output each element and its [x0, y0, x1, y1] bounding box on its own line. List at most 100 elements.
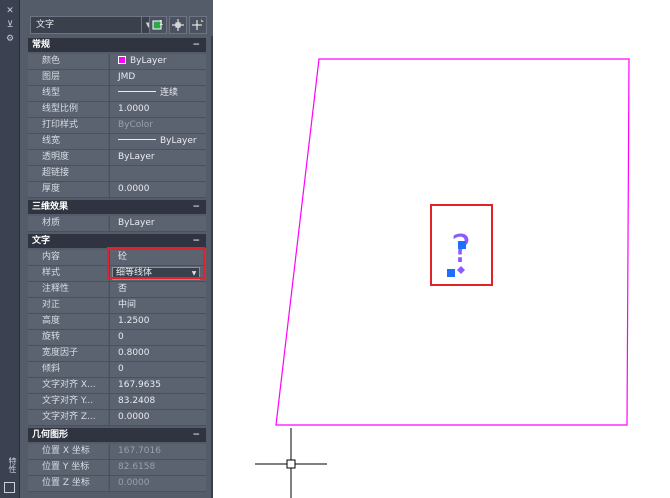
quick-select-icon[interactable] — [189, 16, 207, 34]
property-value[interactable]: 1.0000 — [109, 102, 206, 117]
property-row[interactable]: 高度 1.2500 — [28, 314, 206, 330]
property-row[interactable]: 位置 X 坐标 167.7016 — [28, 444, 206, 460]
color-swatch — [118, 56, 126, 64]
property-row[interactable]: 旋转 0 — [28, 330, 206, 346]
property-label: 内容 — [28, 250, 108, 265]
properties-palette: 文字 ▼ 1 常规 − 颜色 ByLayer 图层 JMD 线型 连续线型比例 1.0000 打印… — [20, 0, 213, 498]
object-type-value: 文字 — [36, 20, 55, 30]
property-row[interactable]: 颜色 ByLayer — [28, 54, 206, 70]
property-value-text: 83.2408 — [118, 396, 156, 406]
property-label: 线型比例 — [28, 102, 108, 117]
property-value[interactable]: ByLayer — [109, 134, 206, 149]
category-header[interactable]: 常规 − — [28, 38, 206, 52]
property-row[interactable]: 倾斜 0 — [28, 362, 206, 378]
category-title: 文字 — [32, 236, 51, 246]
collapse-icon[interactable]: − — [192, 428, 200, 442]
property-label: 线型 — [28, 86, 108, 101]
property-value-text: JMD — [118, 72, 136, 82]
property-value[interactable]: 否 — [109, 282, 206, 297]
property-label: 位置 Y 坐标 — [28, 460, 108, 475]
close-palette-icon[interactable]: ✕ — [3, 6, 17, 17]
property-value[interactable]: 0.0000 — [109, 182, 206, 197]
palette-title-strip: ✕ ⊻ ⚙ 特性 — [0, 0, 20, 498]
collapse-icon[interactable]: − — [192, 234, 200, 248]
property-label: 材质 — [28, 216, 108, 231]
text-grip-insertion[interactable] — [458, 241, 466, 249]
property-row[interactable]: 厚度 0.0000 — [28, 182, 206, 198]
property-value-text: ByLayer — [130, 56, 167, 66]
property-value[interactable] — [109, 166, 206, 181]
property-label: 对正 — [28, 298, 108, 313]
property-label: 注释性 — [28, 282, 108, 297]
property-value[interactable]: 0.0000 — [109, 410, 206, 425]
property-row[interactable]: 位置 Z 坐标 0.0000 — [28, 476, 206, 492]
property-label: 超链接 — [28, 166, 108, 181]
property-row[interactable]: 超链接 — [28, 166, 206, 182]
toggle-pickadd-icon[interactable]: 1 — [149, 16, 167, 34]
property-label: 颜色 — [28, 54, 108, 69]
property-value[interactable]: ByLayer — [109, 216, 206, 231]
property-value-text: 0.0000 — [118, 412, 150, 422]
property-value[interactable]: 83.2408 — [109, 394, 206, 409]
palette-settings-icon[interactable]: ⚙ — [3, 34, 17, 45]
property-row[interactable]: 注释性否 — [28, 282, 206, 298]
property-value[interactable]: 中间 — [109, 298, 206, 313]
property-row[interactable]: 材质 ByLayer — [28, 216, 206, 232]
property-row[interactable]: 文字对齐 Y... 83.2408 — [28, 394, 206, 410]
auto-hide-icon[interactable]: ⊻ — [3, 20, 17, 31]
property-value-text: 167.7016 — [118, 446, 161, 456]
property-value[interactable]: JMD — [109, 70, 206, 85]
property-row[interactable]: 打印样式 ByColor — [28, 118, 206, 134]
drawing-canvas[interactable]: ? — [215, 0, 670, 498]
property-value[interactable]: ByLayer — [109, 150, 206, 165]
property-value[interactable]: 167.9635 — [109, 378, 206, 393]
property-value-text: ByLayer — [118, 218, 155, 228]
property-value[interactable]: 82.6158 — [109, 460, 206, 475]
property-value-text: 1.0000 — [118, 104, 150, 114]
property-value[interactable]: ByColor — [109, 118, 206, 133]
category-header[interactable]: 文字 − — [28, 234, 206, 248]
property-row[interactable]: 对正 中间 — [28, 298, 206, 314]
property-value[interactable]: 167.7016 — [109, 444, 206, 459]
property-value[interactable]: 0 — [109, 330, 206, 345]
canvas-drawing: ? — [255, 58, 630, 498]
property-row[interactable]: 文字对齐 X... 167.9635 — [28, 378, 206, 394]
property-value[interactable]: 连续 — [109, 86, 206, 101]
property-value-text: 否 — [118, 284, 128, 294]
property-value-text: ByLayer — [160, 136, 197, 146]
property-value-text: 167.9635 — [118, 380, 161, 390]
collapse-icon[interactable]: − — [192, 38, 200, 52]
select-objects-icon[interactable] — [169, 16, 187, 34]
property-row[interactable]: 位置 Y 坐标 82.6158 — [28, 460, 206, 476]
property-label: 文字对齐 X... — [28, 378, 108, 393]
property-value[interactable]: 1.2500 — [109, 314, 206, 329]
property-row[interactable]: 图层 JMD — [28, 70, 206, 86]
category-title: 几何图形 — [32, 430, 69, 440]
property-row[interactable]: 线型比例 1.0000 — [28, 102, 206, 118]
property-value-text: 中间 — [118, 300, 137, 310]
collapse-icon[interactable]: − — [192, 200, 200, 214]
property-value[interactable]: ByLayer — [109, 54, 206, 69]
property-row[interactable]: 文字对齐 Z... 0.0000 — [28, 410, 206, 426]
text-grip-alignment[interactable] — [447, 269, 455, 277]
property-row[interactable]: 宽度因子 0.8000 — [28, 346, 206, 362]
property-value[interactable]: 0.0000 — [109, 476, 206, 491]
property-value-text: 0.8000 — [118, 348, 150, 358]
property-value[interactable]: 0 — [109, 362, 206, 377]
property-label: 样式 — [28, 266, 108, 281]
property-label: 线宽 — [28, 134, 108, 149]
property-label: 旋转 — [28, 330, 108, 345]
object-type-select[interactable]: 文字 ▼ — [30, 16, 156, 34]
palette-toolbar: 文字 ▼ 1 — [20, 0, 213, 36]
category-header[interactable]: 三维效果 − — [28, 200, 206, 214]
property-value[interactable]: 0.8000 — [109, 346, 206, 361]
property-label: 倾斜 — [28, 362, 108, 377]
property-row[interactable]: 线宽 ByLayer — [28, 134, 206, 150]
property-label: 图层 — [28, 70, 108, 85]
property-row[interactable]: 线型 连续 — [28, 86, 206, 102]
category-header[interactable]: 几何图形 − — [28, 428, 206, 442]
property-label: 打印样式 — [28, 118, 108, 133]
property-row[interactable]: 透明度 ByLayer — [28, 150, 206, 166]
palette-menu-icon[interactable] — [4, 482, 15, 493]
linetype-preview — [118, 139, 156, 140]
